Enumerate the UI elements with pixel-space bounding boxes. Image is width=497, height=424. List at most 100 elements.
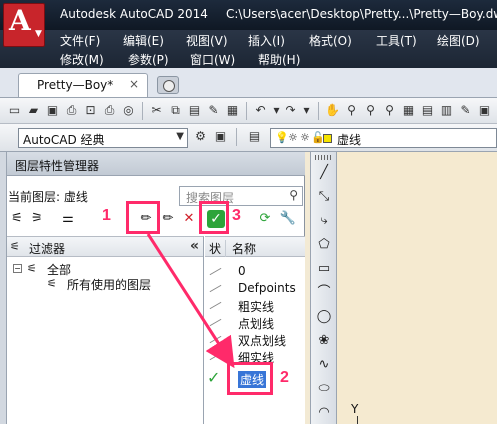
toolbar-separator [142,102,143,120]
spline-icon[interactable]: ∿ [315,356,333,374]
menu-insert[interactable]: 插入(I) [248,32,285,49]
tool-palettes-icon[interactable]: ▥ [438,102,455,119]
delete-layer-icon[interactable]: ✕ [180,210,198,228]
close-tab-icon[interactable]: × [129,77,139,91]
rectangle-icon[interactable]: ▭ [315,260,333,278]
layer-list-header: 状 名称 [205,237,305,257]
layer-control-combo[interactable]: 💡 ☼ ☼ 🔓 虚线 [270,128,497,148]
markup-icon[interactable]: ▣ [476,102,493,119]
menu-draw[interactable]: 绘图(D) [437,32,480,49]
menu-modify[interactable]: 修改(M) [60,51,104,68]
layer-row[interactable]: 0 [205,263,305,280]
layer-row[interactable]: 粗实线 [205,297,305,314]
ucs-y-axis [357,416,358,424]
pan-icon[interactable]: ✋ [324,102,341,119]
application-menu-button[interactable]: A ▼ [3,3,45,47]
draw-toolbar: ╱ ⤡ ⤷ ⬠ ▭ ⌒ ◯ ❀ ∿ ⬭ ◠ [310,152,337,424]
drawing-canvas[interactable]: Y [337,152,497,424]
ellipse-icon[interactable]: ⬭ [315,380,333,398]
revision-cloud-icon[interactable]: ❀ [315,332,333,350]
customize-icon[interactable]: ▣ [212,128,229,145]
layer-row[interactable]: Defpoints [205,280,305,297]
layer-name: 点划线 [238,317,275,331]
ellipse-arc-icon[interactable]: ◠ [315,404,333,422]
redo-icon[interactable]: ↷ [282,102,299,119]
step-label-3: 3 [232,207,241,224]
menu-tools[interactable]: 工具(T) [376,32,417,49]
polyline-icon[interactable]: ⤷ [315,212,333,230]
block-editor-icon[interactable]: ▦ [224,102,241,119]
file-tab-bar: Pretty—Boy* × [0,68,497,98]
refresh-icon[interactable]: ⟳ [256,210,274,228]
layer-row[interactable]: 点划线 [205,314,305,331]
layer-status-icon [208,350,224,362]
layer-search-input[interactable]: 搜索图层 ⚲ [179,186,303,206]
zoom-previous-icon[interactable]: ⚲ [381,102,398,119]
document-tab[interactable]: Pretty—Boy* × [18,73,148,97]
publish-icon[interactable]: ◎ [120,102,137,119]
cut-icon[interactable]: ✂ [148,102,165,119]
toolbar-separator [246,102,247,120]
filter-icon: ⚟ [10,240,20,253]
palette-title[interactable]: 图层特性管理器 [7,152,305,176]
layer-states-manager-icon[interactable]: ⚌ [59,210,77,228]
filter-header-label: 过滤器 [29,242,66,256]
zoom-window-icon[interactable]: ⚲ [362,102,379,119]
menu-view[interactable]: 视图(V) [186,32,228,49]
new-group-filter-icon[interactable]: ⚞ [28,210,46,228]
menu-help[interactable]: 帮助(H) [258,51,300,68]
new-vp-freeze-layer-icon[interactable]: ✏ [159,210,177,228]
copy-icon[interactable]: ⧉ [167,102,184,119]
zoom-realtime-icon[interactable]: ⚲ [343,102,360,119]
tree-collapse-toggle[interactable]: − [13,264,22,273]
save-icon[interactable]: ▣ [44,102,61,119]
workspace-layers-toolbar: AutoCAD 经典 ▼ ⚙ ▣ ▤ 💡 ☼ ☼ 🔓 虚线 [0,124,497,152]
layer-status-icon [208,299,224,311]
palette-dock-strip[interactable] [0,152,7,424]
design-center-icon[interactable]: ▤ [419,102,436,119]
tree-item-all-used[interactable]: 所有使用的图层 [67,276,151,293]
title-bar: A ▼ Autodesk AutoCAD 2014 C:\Users\acer\… [0,0,497,47]
paste-icon[interactable]: ▤ [186,102,203,119]
layer-properties-icon[interactable]: ▤ [246,128,263,145]
line-icon[interactable]: ╱ [315,164,333,182]
menu-format[interactable]: 格式(O) [309,32,352,49]
new-property-filter-icon[interactable]: ⚟ [8,210,26,228]
column-header-name[interactable]: 名称 [225,240,256,257]
undo-icon[interactable]: ↶ [252,102,269,119]
menu-parametric[interactable]: 参数(P) [128,51,169,68]
standard-toolbar: ▭ ▰ ▣ ⎙ ⊡ ⎙ ◎ ✂ ⧉ ▤ ✎ ▦ ↶ ▾ ↷ ▾ ✋ ⚲ ⚲ ⚲ … [0,98,497,124]
circle-icon[interactable]: ◯ [315,308,333,326]
workspace-settings-icon[interactable]: ⚙ [192,128,209,145]
print-preview-icon[interactable]: ⊡ [82,102,99,119]
workspace-select[interactable]: AutoCAD 经典 ▼ [18,128,188,148]
collapse-filter-button[interactable]: « [190,238,199,254]
open-folder-icon[interactable]: ▰ [25,102,42,119]
print-icon[interactable]: ⎙ [63,102,80,119]
new-file-icon[interactable]: ▭ [6,102,23,119]
search-icon: ⚲ [289,188,298,202]
menu-file[interactable]: 文件(F) [60,32,100,49]
polygon-icon[interactable]: ⬠ [315,236,333,254]
ucs-y-label: Y [351,402,359,416]
highlight-box-new-layer [126,201,160,234]
dropdown-arrow-icon: ▼ [35,29,42,39]
filter-tree-panel: ⚟ 过滤器 « − ⚟ 全部 ⚟ 所有使用的图层 [7,236,204,424]
match-properties-icon[interactable]: ✎ [205,102,222,119]
sheet-set-icon[interactable]: ✎ [457,102,474,119]
plot-icon[interactable]: ⎙ [101,102,118,119]
arc-icon[interactable]: ⌒ [315,284,333,302]
redo-dropdown-icon[interactable]: ▾ [298,102,315,119]
wrench-icon[interactable]: 🔧 [279,210,297,228]
filter-stack-icon: ⚟ [27,262,37,275]
toolbar-grip[interactable] [315,155,333,160]
menu-window[interactable]: 窗口(W) [190,51,235,68]
column-header-status[interactable]: 状 [209,240,221,257]
construction-line-icon[interactable]: ⤡ [315,188,333,206]
menu-edit[interactable]: 编辑(E) [123,32,164,49]
layer-name: 双点划线 [238,334,287,348]
new-drawing-tab-button[interactable] [157,76,179,94]
layer-row[interactable]: 双点划线 [205,331,305,348]
properties-icon[interactable]: ▦ [400,102,417,119]
chevron-down-icon: ▼ [176,131,184,142]
